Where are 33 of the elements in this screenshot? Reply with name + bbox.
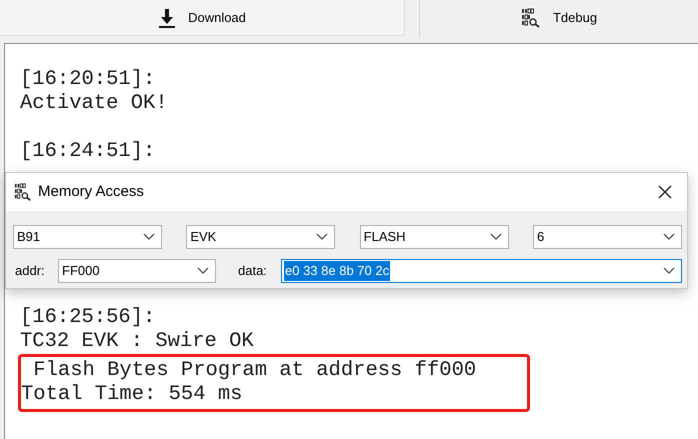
caret-icon — [663, 267, 675, 275]
binary-magnifier-icon — [14, 183, 32, 201]
addr-label: addr: — [15, 262, 46, 280]
log-line: [16:20:51]: — [20, 68, 156, 92]
log-line: Flash Bytes Program at address ff000 — [32, 359, 478, 383]
dialog-title: Memory Access — [38, 182, 145, 202]
log-line: Total Time: 554 ms — [21, 383, 244, 407]
caret-icon — [197, 267, 209, 275]
log-line: TC32 EVK : Swire OK — [20, 330, 255, 354]
download-icon — [158, 8, 176, 28]
toolbar-button[interactable]: Download — [0, 0, 405, 36]
log-line: [16:25:56]: — [20, 306, 156, 330]
dropdown-value: FLASH — [364, 228, 406, 246]
caret-icon — [316, 233, 328, 241]
dropdown-value: EVK — [190, 228, 216, 246]
dropdown[interactable]: 6 — [532, 225, 682, 249]
dropdown-value: B91 — [17, 228, 40, 246]
dropdown[interactable]: B91 — [13, 225, 162, 249]
dropdown-value: FF000 — [62, 262, 100, 280]
data-label: data: — [238, 262, 268, 280]
data-field[interactable]: e0 33 8e 8b 70 2c — [281, 259, 682, 283]
caret-icon — [143, 233, 155, 241]
dropdown[interactable]: FLASH — [360, 225, 509, 249]
selected-text: e0 33 8e 8b 70 2c — [284, 261, 390, 281]
log-line: Activate OK! — [20, 92, 169, 116]
caret-icon — [662, 233, 675, 241]
dropdown[interactable]: EVK — [186, 225, 336, 249]
dropdown[interactable]: FF000 — [58, 259, 216, 283]
binary-magnifier-icon — [520, 8, 541, 28]
caret-icon — [490, 233, 502, 241]
close-icon — [658, 185, 672, 199]
log-line: [16:24:51]: — [20, 140, 156, 164]
dropdown-value: 6 — [536, 228, 544, 246]
